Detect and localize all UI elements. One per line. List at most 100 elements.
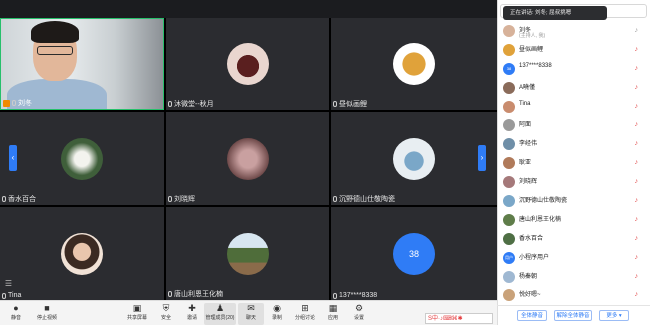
mic-icon — [333, 292, 337, 299]
video-tile[interactable]: 沐微堂--秋月 — [166, 18, 329, 110]
participant-row[interactable]: 李经伟 ♪ — [500, 135, 648, 154]
mute-all-button[interactable]: 全体静音 — [517, 310, 547, 321]
microphone-muted-icon[interactable]: ♪ — [635, 235, 639, 242]
video-tile[interactable]: 沉野德山仕敬陶瓷 — [331, 112, 497, 205]
manage-participants-button[interactable]: ♟ 管理成员(20) — [204, 303, 236, 325]
avatar — [503, 81, 515, 94]
tile-name: 唐山利恩王化楠 — [168, 289, 223, 299]
camera-icon: ■ — [44, 303, 50, 313]
chat-button[interactable]: ✉ 聊天 — [238, 303, 264, 325]
tile-name: 沉野德山仕敬陶瓷 — [333, 194, 395, 204]
list-view-icon[interactable]: ☰ — [3, 278, 14, 289]
meeting-app: 刘冬 沐微堂--秋月 昼似画鲤 香水百合 刘晓辉 沉野德山仕敬陶瓷 Tina 唐… — [0, 0, 650, 325]
meeting-toolbar: ● 静音 ■ 停止视频 ▣ 共享屏幕 ⛨ 安全 ✚ 邀请 ♟ 管理成员(20) ✉ 聊天 ◉ 录… — [0, 300, 497, 325]
mic-icon — [333, 196, 337, 202]
participant-row[interactable]: 香水百合 ♪ — [500, 230, 648, 249]
participant-row[interactable]: 用户 小程序用户 ♪ — [500, 249, 648, 268]
microphone-muted-icon[interactable]: ♪ — [635, 46, 639, 53]
mic-icon — [168, 101, 172, 107]
top-bar — [0, 0, 497, 18]
mic-icon — [333, 101, 337, 107]
share-screen-button[interactable]: ▣ 共享屏幕 — [124, 303, 150, 325]
microphone-muted-icon[interactable]: ♪ — [635, 197, 639, 204]
more-button[interactable]: 更多 ▾ — [599, 310, 629, 321]
record-icon: ◉ — [273, 303, 281, 313]
breakout-icon: ⊞ — [301, 303, 309, 313]
microphone-muted-icon[interactable]: ♪ — [635, 254, 639, 261]
avatar — [226, 43, 269, 85]
video-tile[interactable]: 昼似画鲤 — [331, 18, 497, 110]
video-tile[interactable]: 刘冬 — [0, 18, 164, 110]
video-tile[interactable]: 刘晓辉 — [166, 112, 329, 205]
next-page-arrow[interactable]: › — [478, 145, 486, 171]
speaking-indicator: 正在讲话: 刘冬; 屈叔挑嗯 — [503, 6, 607, 20]
participant-row[interactable]: 沉野德山仕敬陶瓷 ♪ — [500, 192, 648, 211]
avatar — [393, 137, 435, 180]
microphone-muted-icon[interactable]: ♪ — [635, 178, 639, 185]
add-user-icon: ✚ — [188, 303, 196, 313]
participant-row[interactable]: 悦好嗯~ ♪ — [500, 286, 648, 305]
avatar — [503, 270, 515, 283]
avatar — [61, 137, 103, 180]
microphone-muted-icon[interactable]: ♪ — [635, 84, 639, 91]
participant-row[interactable]: 耿亚 ♪ — [500, 154, 648, 173]
tile-name: 137****8338 — [333, 292, 377, 299]
unmute-all-button[interactable]: 解除全体静音 — [554, 310, 592, 321]
participant-row[interactable]: 38 137****8338 ♪ — [500, 60, 648, 79]
invite-button[interactable]: ✚ 邀请 — [179, 303, 205, 325]
microphone-muted-icon[interactable]: ♪ — [635, 65, 639, 72]
video-tile[interactable]: 38 137****8338 — [331, 207, 497, 300]
avatar — [503, 213, 515, 226]
mic-icon — [2, 292, 6, 299]
mute-button[interactable]: ● 静音 — [3, 303, 29, 325]
tile-name: Tina — [2, 292, 21, 299]
prev-page-arrow[interactable]: ‹ — [9, 145, 17, 171]
avatar — [503, 157, 515, 170]
avatar — [393, 43, 435, 85]
video-tile[interactable]: Tina — [0, 207, 164, 300]
participant-row[interactable]: 昼似画鲤 ♪ — [500, 41, 648, 60]
participant-row[interactable]: 唐山利恩王化楠 ♪ — [500, 211, 648, 230]
participant-row[interactable]: A曉僅 ♪ — [500, 79, 648, 98]
mic-icon — [168, 196, 172, 202]
microphone-muted-icon[interactable]: ♪ — [635, 159, 639, 166]
record-button[interactable]: ◉ 录制 — [264, 303, 290, 325]
participant-row[interactable]: 杨秦朝 ♪ — [500, 268, 648, 287]
avatar — [503, 100, 515, 113]
video-tile[interactable]: 唐山利恩王化楠 — [166, 207, 329, 300]
participant-row[interactable]: 刘冬 (主持人, 我) ♪ — [500, 22, 648, 41]
host-icon — [3, 99, 10, 107]
tile-name: 香水百合 — [2, 194, 36, 204]
microphone-muted-icon[interactable]: ♪ — [635, 121, 639, 128]
participant-row[interactable]: 刘晓辉 ♪ — [500, 173, 648, 192]
settings-button[interactable]: ⚙ 设置 — [346, 303, 372, 325]
apps-button[interactable]: ▦ 应用 — [320, 303, 346, 325]
participant-row[interactable]: 阿面 ♪ — [500, 116, 648, 135]
mic-icon — [12, 100, 16, 106]
tile-name: 昼似画鲤 — [333, 99, 367, 109]
video-grid: 刘冬 沐微堂--秋月 昼似画鲤 香水百合 刘晓辉 沉野德山仕敬陶瓷 Tina 唐… — [0, 18, 497, 300]
avatar — [503, 176, 515, 189]
stop-video-button[interactable]: ■ 停止视频 — [34, 303, 60, 325]
microphone-on-icon[interactable]: ♪ — [635, 27, 639, 34]
mic-icon — [168, 291, 172, 297]
avatar — [503, 25, 515, 37]
microphone-muted-icon[interactable]: ♪ — [635, 273, 639, 280]
avatar — [503, 195, 515, 208]
apps-icon: ▦ — [328, 303, 338, 313]
tile-name: 刘晓辉 — [168, 194, 195, 204]
breakout-rooms-button[interactable]: ⊞ 分组讨论 — [292, 303, 318, 325]
microphone-muted-icon[interactable]: ♪ — [635, 291, 639, 298]
shield-icon: ⛨ — [162, 303, 170, 313]
microphone-muted-icon[interactable]: ♪ — [635, 216, 639, 223]
chat-icon: ✉ — [247, 303, 255, 313]
microphone-muted-icon[interactable]: ♪ — [635, 103, 639, 110]
avatar — [503, 289, 515, 302]
mic-icon — [2, 196, 6, 202]
security-button[interactable]: ⛨ 安全 — [153, 303, 179, 325]
microphone-muted-icon[interactable]: ♪ — [635, 140, 639, 147]
avatar — [503, 138, 515, 151]
video-tile[interactable]: 香水百合 — [0, 112, 164, 205]
input-method-bar[interactable]: S中·♪⌨⌘✱ — [425, 313, 493, 324]
participant-row[interactable]: Tina ♪ — [500, 98, 648, 117]
